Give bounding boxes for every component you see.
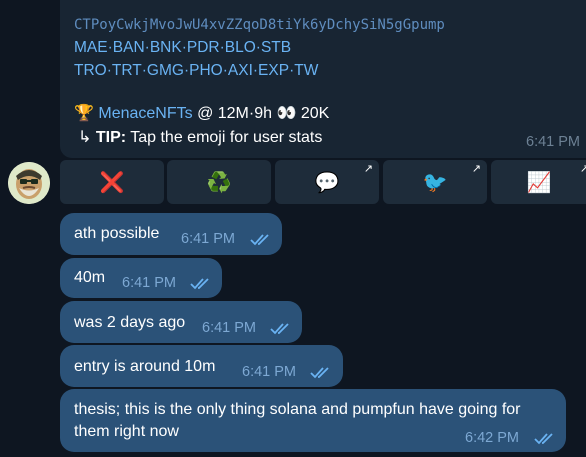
message-text: ath possible <box>74 225 160 242</box>
exchange-link-tw[interactable]: TW <box>294 62 318 79</box>
recycle-icon: ♻️ <box>206 171 232 194</box>
eyes-icon[interactable]: 👀 <box>276 105 296 122</box>
exchange-link-exp[interactable]: EXP <box>258 62 289 79</box>
caller-name-link[interactable]: MenaceNFTs <box>98 105 192 122</box>
exchange-link-trt[interactable]: TRT <box>112 62 142 79</box>
keyboard-button-comments[interactable]: 💬 ↗ <box>275 160 379 204</box>
contract-address[interactable]: CTPoyCwkjMvoJwU4xvZZqoD8tiYk6yDchySiN5gG… <box>74 17 445 33</box>
message-bubble[interactable]: thesis; this is the only thing solana an… <box>60 389 566 452</box>
external-link-arrow-icon: ↗ <box>579 163 586 175</box>
message-bubble[interactable]: was 2 days ago 6:41 PM <box>60 301 302 343</box>
exchange-links-row-1: MAE·BAN·BNK·PDR·BLO·STB <box>74 39 291 57</box>
bot-message-time: 6:41 PM <box>526 134 580 150</box>
exchange-link-bnk[interactable]: BNK <box>150 39 182 56</box>
exchange-link-stb[interactable]: STB <box>261 39 291 56</box>
external-link-arrow-icon: ↗ <box>363 163 373 175</box>
keyboard-button-refresh[interactable]: ♻️ <box>167 160 271 204</box>
stat-suffix: 20K <box>296 105 330 122</box>
exchange-link-axi[interactable]: AXI <box>228 62 253 79</box>
exchange-link-tro[interactable]: TRO <box>74 62 107 79</box>
chart-increasing-icon: 📈 <box>526 171 552 194</box>
avatar-face-icon <box>8 162 50 204</box>
tip-label: TIP: <box>95 129 127 146</box>
exchange-link-mae[interactable]: MAE <box>74 39 108 56</box>
exchange-links-row-2: TRO·TRT·GMG·PHO·AXI·EXP·TW <box>74 62 318 80</box>
tip-arrow-icon: ↳ <box>78 129 92 146</box>
message-text: was 2 days ago <box>74 314 186 331</box>
message-bubble[interactable]: ath possible 6:41 PM <box>60 213 282 255</box>
read-checkmarks-icon <box>250 234 269 246</box>
chat-view: CTPoyCwkjMvoJwU4xvZZqoD8tiYk6yDchySiN5gG… <box>0 0 586 457</box>
exchange-link-pho[interactable]: PHO <box>189 62 223 79</box>
read-checkmarks-icon <box>190 278 209 290</box>
avatar[interactable] <box>8 162 50 204</box>
pigeon-icon: 🐦 <box>422 171 448 194</box>
read-checkmarks-icon <box>534 433 553 445</box>
keyboard-button-bird[interactable]: 🐦 ↗ <box>383 160 487 204</box>
exchange-link-gmg[interactable]: GMG <box>147 62 184 79</box>
speech-bubble-icon: 💬 <box>314 171 340 194</box>
message-time: 6:41 PM <box>242 364 296 380</box>
read-checkmarks-icon <box>270 323 289 335</box>
message-time: 6:42 PM <box>465 430 519 446</box>
message-bubble[interactable]: entry is around 10m 6:41 PM <box>60 345 343 387</box>
message-time: 6:41 PM <box>202 320 256 336</box>
cross-mark-icon: ❌ <box>99 171 125 194</box>
tip-text: Tap the emoji for user stats <box>126 129 323 146</box>
message-time: 6:41 PM <box>122 275 176 291</box>
message-time: 6:41 PM <box>181 231 235 247</box>
tip-line: ↳ TIP: Tap the emoji for user stats <box>78 127 322 147</box>
keyboard-button-chart[interactable]: 📈 ↗ <box>491 160 586 204</box>
exchange-link-ban[interactable]: BAN <box>113 39 145 56</box>
keyboard-button-dismiss[interactable]: ❌ <box>60 160 164 204</box>
exchange-link-pdr[interactable]: PDR <box>187 39 220 56</box>
caller-stat-line: 🏆 MenaceNFTs @ 12M·9h 👀 20K <box>74 103 329 123</box>
read-checkmarks-icon <box>310 367 329 379</box>
message-text: 40m <box>74 269 106 286</box>
stat-prefix: @ 12M·9h <box>192 105 277 122</box>
exchange-link-blo[interactable]: BLO <box>225 39 256 56</box>
external-link-arrow-icon: ↗ <box>471 163 481 175</box>
message-text: entry is around 10m <box>74 358 216 375</box>
message-bubble[interactable]: 40m 6:41 PM <box>60 258 222 298</box>
trophy-icon: 🏆 <box>74 105 94 122</box>
